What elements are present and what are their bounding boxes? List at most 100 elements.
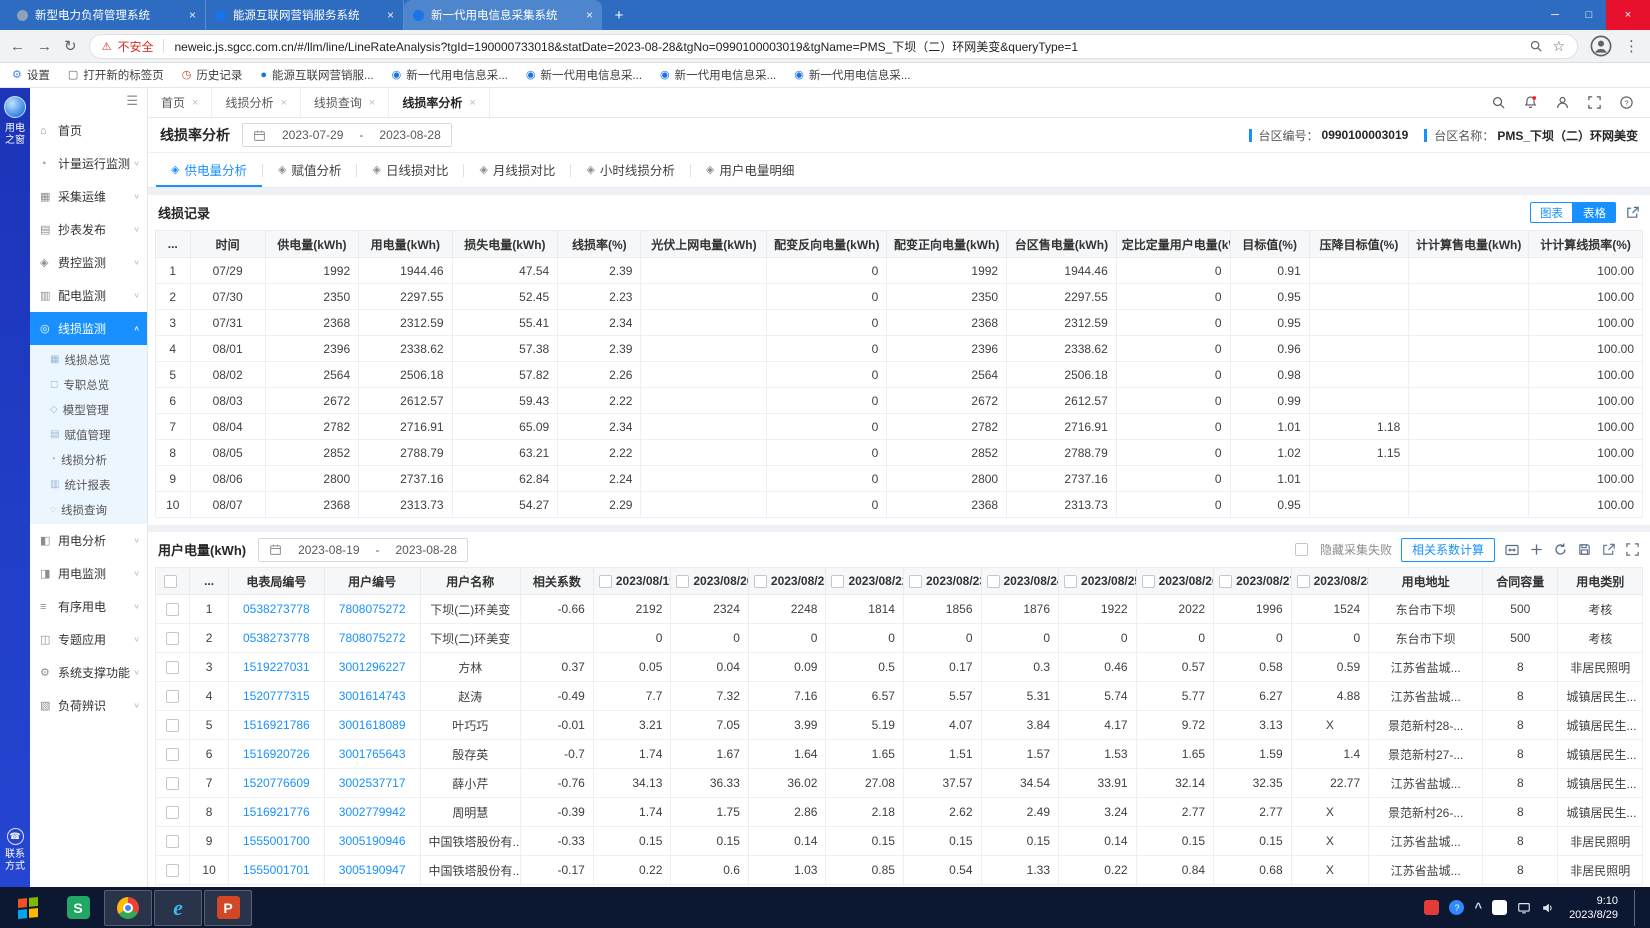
workspace-tab-line-loss-analysis[interactable]: 线损分析× (212, 88, 300, 117)
date-column-checkbox[interactable] (754, 575, 767, 588)
chart-view-button[interactable]: 图表 (1530, 202, 1573, 223)
sidebar-item-meter-reading-publish[interactable]: ▤抄表发布∨ (30, 213, 147, 246)
tab-close-icon[interactable]: × (192, 97, 198, 109)
sidebar-subitem-model-management[interactable]: ◇模型管理 (30, 397, 147, 422)
link-cell[interactable]: 1516921776 (228, 798, 324, 827)
tray-monitor-icon[interactable] (1517, 901, 1531, 915)
tray-ime-icon[interactable] (1492, 900, 1507, 915)
table-row[interactable]: 908/0628002737.1662.842.24028002737.1601… (156, 466, 1643, 492)
workspace-tab-line-rate-analysis[interactable]: 线损率分析× (389, 88, 489, 117)
user-table-wrapper[interactable]: ...电表局编号用户编号用户名称相关系数2023/08/192023/08/20… (148, 567, 1650, 887)
analysis-tab-daily-loss-compare[interactable]: ◈日线损对比 (357, 153, 463, 187)
table-row[interactable]: 107/2919921944.4647.542.39019921944.4600… (156, 258, 1643, 284)
table-row[interactable]: 615169207263001765643殷存英-0.71.741.671.64… (156, 740, 1643, 769)
tab-close-icon[interactable]: × (586, 8, 593, 22)
sidebar-item-power-use-analysis[interactable]: ◧用电分析∨ (30, 524, 147, 557)
user-icon[interactable] (1555, 95, 1570, 110)
link-cell[interactable]: 3005190946 (324, 827, 420, 856)
link-cell[interactable]: 1516921786 (228, 711, 324, 740)
table-row[interactable]: 307/3123682312.5955.412.34023682312.5900… (156, 310, 1643, 336)
tray-app-icon[interactable] (1424, 900, 1439, 915)
tab-close-icon[interactable]: × (469, 97, 475, 109)
table-row[interactable]: 1015550017013005190947中国铁塔股份有...-0.170.2… (156, 856, 1643, 885)
refresh-icon[interactable] (1553, 542, 1568, 557)
resize-icon[interactable] (1504, 542, 1520, 558)
tab-close-icon[interactable]: × (387, 8, 394, 22)
row-checkbox[interactable] (166, 864, 179, 877)
export-icon[interactable] (1601, 542, 1616, 557)
search-icon[interactable] (1491, 95, 1506, 110)
tab-close-icon[interactable]: × (280, 97, 286, 109)
sidebar-item-collection-ops[interactable]: ▦采集运维∨ (30, 180, 147, 213)
start-button[interactable] (4, 890, 52, 926)
sidebar-subitem-line-loss-analysis[interactable]: ◔线损分析 (30, 447, 147, 472)
table-row[interactable]: 915550017003005190946中国铁塔股份有...-0.330.15… (156, 827, 1643, 856)
sidebar-subitem-line-loss-overview[interactable]: ▦线损总览 (30, 347, 147, 372)
browser-tab[interactable]: 新一代用电信息采集系统× (404, 0, 602, 30)
close-button[interactable]: × (1606, 0, 1650, 30)
table-row[interactable]: 205382737787808075272下坝(二)环美变0000000000东… (156, 624, 1643, 653)
link-cell[interactable]: 1520776609 (228, 769, 324, 798)
sidebar-item-special-apps[interactable]: ◫专题应用∨ (30, 623, 147, 656)
browser-tab[interactable]: 新型电力负荷管理系统× (8, 0, 206, 30)
date-start[interactable]: 2023-07-29 (282, 128, 343, 142)
show-desktop-button[interactable] (1634, 890, 1640, 926)
table-row[interactable]: 1008/0723682313.7354.272.29023682313.730… (156, 492, 1643, 518)
link-cell[interactable]: 3002537717 (324, 769, 420, 798)
back-button[interactable]: ← (10, 39, 25, 54)
minimize-button[interactable]: ─ (1538, 0, 1572, 30)
tab-close-icon[interactable]: × (189, 8, 196, 22)
date-column-checkbox[interactable] (1219, 575, 1232, 588)
sidebar-subitem-dedicated-overview[interactable]: ◻专职总览 (30, 372, 147, 397)
row-checkbox[interactable] (166, 835, 179, 848)
table-view-button[interactable]: 表格 (1573, 202, 1616, 223)
bookmark-item[interactable]: ◉新一代用电信息采... (526, 67, 642, 83)
date-column-checkbox[interactable] (909, 575, 922, 588)
sidebar-item-system-support[interactable]: ⚙系统支撑功能∨ (30, 656, 147, 689)
user-date-range-picker[interactable]: 2023-08-19 - 2023-08-28 (258, 538, 468, 562)
link-cell[interactable]: 1520777315 (228, 682, 324, 711)
browser-menu-icon[interactable]: ⋮ (1624, 37, 1640, 55)
user-date-end[interactable]: 2023-08-28 (396, 543, 457, 557)
date-column-checkbox[interactable] (831, 575, 844, 588)
taskbar-chrome-icon[interactable] (104, 890, 152, 926)
date-column-checkbox[interactable] (1142, 575, 1155, 588)
taskbar-wps-icon[interactable]: S (54, 890, 102, 926)
link-cell[interactable]: 7808075272 (324, 624, 420, 653)
analysis-tab-supply-analysis[interactable]: ◈供电量分析 (156, 153, 262, 187)
date-column-checkbox[interactable] (599, 575, 612, 588)
row-checkbox[interactable] (166, 806, 179, 819)
sidebar-item-power-use-monitor[interactable]: ◨用电监测∨ (30, 557, 147, 590)
fullscreen-icon[interactable] (1587, 95, 1602, 110)
tray-caret-up-icon[interactable]: ^ (1474, 900, 1482, 915)
save-icon[interactable] (1577, 542, 1592, 557)
notification-bell-icon[interactable] (1523, 95, 1538, 110)
select-all-checkbox[interactable] (164, 575, 177, 588)
table-row[interactable]: 608/0326722612.5759.432.22026722612.5700… (156, 388, 1643, 414)
sidebar-item-line-loss-monitor[interactable]: ◎线损监测∧ (30, 312, 147, 345)
date-end[interactable]: 2023-08-28 (379, 128, 440, 142)
sidebar-item-distribution-monitor[interactable]: ▥配电监测∨ (30, 279, 147, 312)
table-row[interactable]: 708/0427822716.9165.092.34027822716.9101… (156, 414, 1643, 440)
row-checkbox[interactable] (166, 719, 179, 732)
add-icon[interactable] (1529, 542, 1544, 557)
link-cell[interactable]: 3001765643 (324, 740, 420, 769)
bookmark-item[interactable]: ●能源互联网营销服... (260, 67, 373, 83)
link-cell[interactable]: 7808075272 (324, 595, 420, 624)
table-row[interactable]: 105382737787808075272下坝(二)环美变-0.66219223… (156, 595, 1643, 624)
table-row[interactable]: 315192270313001296227方林0.370.050.040.090… (156, 653, 1643, 682)
bookmark-item[interactable]: ◉新一代用电信息采... (392, 67, 508, 83)
bookmark-item[interactable]: ▢打开新的标签页 (68, 67, 164, 83)
taskbar-clock[interactable]: 9:10 2023/8/29 (1569, 894, 1618, 922)
table-row[interactable]: 408/0123962338.6257.382.39023962338.6200… (156, 336, 1643, 362)
link-cell[interactable]: 3001296227 (324, 653, 420, 682)
row-checkbox[interactable] (166, 603, 179, 616)
profile-avatar[interactable] (1590, 35, 1612, 57)
tab-close-icon[interactable]: × (369, 97, 375, 109)
security-label[interactable]: 不安全 (117, 38, 153, 55)
help-icon[interactable]: ? (1619, 95, 1634, 110)
tray-volume-icon[interactable] (1541, 901, 1555, 915)
link-cell[interactable]: 1516920726 (228, 740, 324, 769)
table-row[interactable]: 415207773153001614743赵涛-0.497.77.327.166… (156, 682, 1643, 711)
table-row[interactable]: 207/3023502297.5552.452.23023502297.5500… (156, 284, 1643, 310)
